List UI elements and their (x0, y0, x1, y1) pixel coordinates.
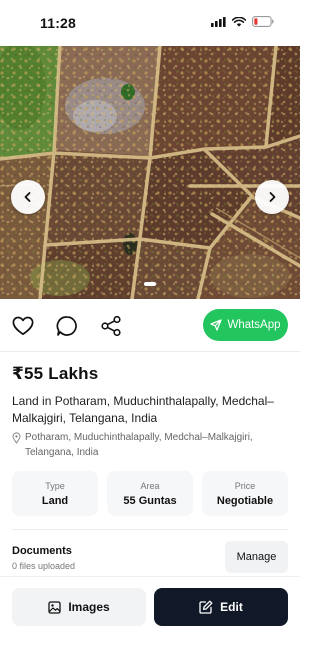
info-card-label: Price (234, 480, 256, 491)
status-icons (211, 14, 274, 32)
info-card-value: Land (41, 494, 69, 507)
send-icon (210, 319, 223, 331)
property-image-carousel[interactable] (0, 46, 300, 299)
listing-location: Potharam, Muduchinthalapally, Medchal–Ma… (12, 430, 292, 460)
chat-button[interactable] (54, 313, 80, 339)
info-card-area: Area 55 Guntas (107, 471, 193, 516)
property-detail-screen: 11:28 WhatsApp ₹55 Lakhs Land in Pothara… (0, 0, 300, 652)
chevron-left-icon (24, 192, 31, 202)
edit-icon (199, 600, 213, 614)
info-card-value: 55 Guntas (123, 494, 177, 507)
info-card-value: Negotiable (216, 494, 274, 507)
carousel-indicator (0, 282, 300, 286)
battery-low-icon (252, 14, 274, 32)
edit-button[interactable]: Edit (154, 588, 288, 626)
aerial-farmland-photo (0, 46, 300, 299)
map-pin-icon (12, 432, 21, 444)
chat-bubble-icon (56, 316, 77, 336)
images-button[interactable]: Images (12, 588, 146, 626)
whatsapp-button[interactable]: WhatsApp (203, 309, 288, 341)
info-card-price: Price Negotiable (202, 471, 288, 516)
listing-title: Land in Potharam, Muduchinthalapally, Me… (12, 394, 274, 425)
images-label: Images (68, 600, 110, 614)
next-image-button[interactable] (255, 180, 289, 214)
whatsapp-label: WhatsApp (227, 319, 281, 331)
previous-image-button[interactable] (11, 180, 45, 214)
location-text: Potharam, Muduchinthalapally, Medchal–Ma… (25, 432, 253, 458)
listing-price: ₹55 Lakhs (12, 364, 99, 383)
heart-icon (12, 316, 34, 336)
wifi-icon (231, 14, 247, 32)
share-icon (101, 315, 121, 337)
manage-documents-button[interactable]: Manage (225, 541, 288, 573)
info-card-label: Type (45, 480, 65, 491)
divider (12, 529, 288, 530)
info-card-type: Type Land (12, 471, 98, 516)
edit-label: Edit (220, 600, 243, 614)
action-row: WhatsApp (0, 300, 300, 352)
favorite-button[interactable] (10, 313, 36, 339)
status-time: 11:28 (40, 15, 77, 31)
signal-icon (211, 14, 226, 32)
status-bar: 11:28 (0, 0, 300, 46)
carousel-dot-active (144, 282, 156, 286)
info-card-label: Area (140, 480, 160, 491)
info-cards: Type Land Area 55 Guntas Price Negotiabl… (12, 471, 288, 516)
documents-count: 0 files uploaded (12, 561, 76, 571)
image-icon (48, 600, 61, 614)
chevron-right-icon (269, 192, 276, 202)
share-button[interactable] (98, 313, 124, 339)
bottom-action-bar: Images Edit (0, 576, 300, 652)
documents-title: Documents (12, 545, 72, 557)
